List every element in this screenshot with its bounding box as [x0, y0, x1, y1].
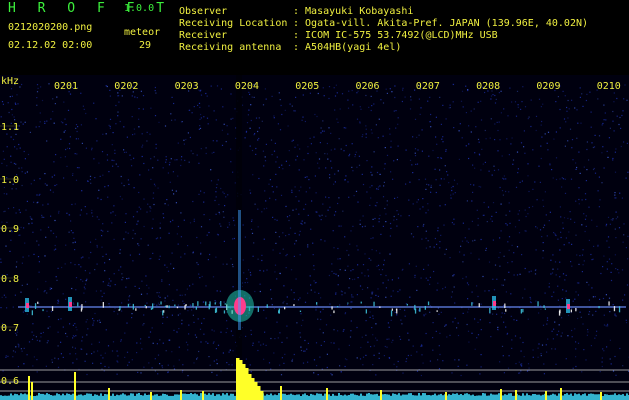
meter-burst: [245, 368, 249, 400]
meteor-label: meteor: [124, 27, 161, 38]
y-tick-label: 0.9: [1, 224, 19, 235]
x-tick-label: 0210: [597, 81, 621, 92]
meter-spike: [445, 392, 447, 400]
x-tick-label: 0206: [356, 81, 380, 92]
meter-burst: [236, 358, 240, 400]
spectrogram-display: kHz 1.1 1.0 0.9 0.8 0.7 0.6 0201 0202 0203 0204 02…: [0, 75, 629, 400]
y-tick-label: 1.0: [1, 175, 19, 186]
meter-burst: [254, 382, 258, 400]
x-tick-label: 0204: [235, 81, 259, 92]
x-tick-label: 0208: [476, 81, 500, 92]
meter-burst: [257, 386, 261, 400]
meter-spike: [515, 390, 517, 400]
echo-trail: [238, 210, 241, 330]
x-tick-label: 0203: [175, 81, 199, 92]
meter-spike: [600, 392, 602, 400]
meter-burst: [239, 360, 243, 400]
meter-spike: [500, 389, 502, 400]
meter-spike: [560, 388, 562, 400]
meter-spike: [180, 390, 182, 400]
meter-spike: [28, 376, 30, 400]
location-label: Receiving Location: [179, 18, 288, 29]
meter-spike: [31, 382, 33, 400]
x-tick-label: 0202: [114, 81, 138, 92]
receiver-value: : ICOM IC-575 53.7492(@LCD)MHz USB: [293, 30, 498, 41]
meter-burst: [260, 391, 264, 400]
x-tick-label: 0207: [416, 81, 440, 92]
x-tick-label: 0209: [536, 81, 560, 92]
meter-spike: [545, 391, 547, 400]
meter-spike: [280, 386, 282, 400]
meter-burst: [248, 374, 252, 400]
header-panel: H R O F F T 1.0.0 0212020200.png meteor …: [0, 0, 629, 73]
meter-spike: [150, 392, 152, 400]
meter-spike: [108, 388, 110, 400]
meter-spike: [202, 391, 204, 400]
y-tick-label: 0.7: [1, 323, 19, 334]
file-name: 0212020200.png: [8, 22, 93, 33]
signal-band: [18, 306, 626, 308]
meter-burst: [251, 378, 255, 400]
app-version: 1.0.0: [124, 3, 155, 14]
y-tick-label: 1.1: [1, 122, 19, 133]
meter-spike: [380, 390, 382, 400]
axis-unit-label: kHz: [1, 76, 19, 87]
y-tick-label: 0.8: [1, 274, 19, 285]
x-tick-label: 0201: [54, 81, 78, 92]
meter-spike: [326, 388, 328, 400]
antenna-value: : A504HB(yagi 4el): [293, 42, 402, 53]
meteor-count: 29: [139, 40, 152, 51]
observer-value: : Masayuki Kobayashi: [293, 6, 414, 17]
file-datetime: 02.12.02 02:00: [8, 40, 93, 51]
x-tick-label: 0205: [295, 81, 319, 92]
spectrogram-background: [0, 75, 629, 400]
location-value: : Ogata-vill. Akita-Pref. JAPAN (139.96E…: [293, 18, 589, 29]
receiver-label: Receiver: [179, 30, 228, 41]
antenna-label: Receiving antenna: [179, 42, 282, 53]
y-tick-label: 0.6: [1, 376, 19, 387]
observer-label: Observer: [179, 6, 228, 17]
meter-spike: [74, 372, 76, 400]
meter-burst: [242, 364, 246, 400]
